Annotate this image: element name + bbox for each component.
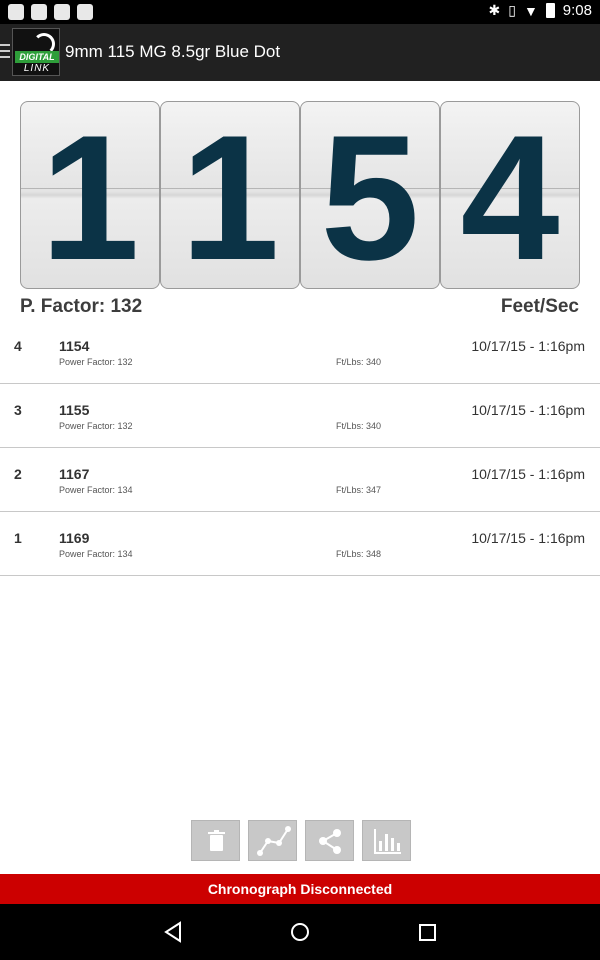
shot-power-factor: Power Factor: 132 xyxy=(59,421,133,431)
counter-digit-value: 1 xyxy=(40,101,140,289)
stats-button[interactable] xyxy=(362,820,411,861)
trend-line-icon xyxy=(257,826,291,856)
shot-velocity: 1167 xyxy=(59,466,90,482)
system-nav-bar xyxy=(0,904,600,960)
trend-button[interactable] xyxy=(248,820,297,861)
bar-chart-icon xyxy=(374,829,401,854)
battery-icon xyxy=(545,3,555,18)
shot-power-factor: Power Factor: 132 xyxy=(59,357,133,367)
app-bar: DIGITAL LINK 9mm 115 MG 8.5gr Blue Dot xyxy=(0,24,600,81)
share-icon xyxy=(319,829,341,854)
list-item[interactable]: 4 1154 Power Factor: 132 Ft/Lbs: 340 10/… xyxy=(0,320,600,384)
page-title: 9mm 115 MG 8.5gr Blue Dot xyxy=(65,42,281,61)
bluetooth-icon: ✱ xyxy=(488,2,501,18)
shot-timestamp: 10/17/15 - 1:16pm xyxy=(471,402,585,418)
counter-digit-value: 4 xyxy=(460,101,560,289)
share-button[interactable] xyxy=(305,820,354,861)
shot-ft-lbs: Ft/Lbs: 347 xyxy=(336,485,382,495)
counter-digit: 5 xyxy=(300,101,440,289)
list-item[interactable]: 2 1167 Power Factor: 134 Ft/Lbs: 347 10/… xyxy=(0,448,600,512)
shot-ft-lbs: Ft/Lbs: 340 xyxy=(336,421,382,431)
mail-icon xyxy=(54,4,70,20)
counter-digit-value: 1 xyxy=(180,101,280,289)
menu-icon[interactable] xyxy=(0,44,10,60)
unit-label: Feet/Sec xyxy=(500,296,579,317)
shot-ft-lbs: Ft/Lbs: 340 xyxy=(336,357,382,367)
shot-timestamp: 10/17/15 - 1:16pm xyxy=(471,338,585,354)
shot-velocity: 1154 xyxy=(59,338,90,354)
status-time: 9:08 xyxy=(562,2,592,19)
vibrate-icon: ▯ xyxy=(508,2,516,18)
counter-digit: 1 xyxy=(20,101,160,289)
shot-power-factor: Power Factor: 134 xyxy=(59,485,133,495)
home-icon[interactable] xyxy=(289,920,311,944)
shot-index: 4 xyxy=(14,338,22,354)
shot-timestamp: 10/17/15 - 1:16pm xyxy=(471,530,585,546)
bag-icon xyxy=(77,4,93,20)
counter-digit: 4 xyxy=(440,101,580,289)
velocity-counter: 1 1 5 4 xyxy=(20,101,580,289)
recents-icon[interactable] xyxy=(417,920,439,944)
shot-index: 1 xyxy=(14,530,22,546)
back-icon[interactable] xyxy=(162,920,184,944)
shot-ft-lbs: Ft/Lbs: 348 xyxy=(336,549,382,559)
shot-index: 2 xyxy=(14,466,22,482)
counter-digit-value: 5 xyxy=(320,101,420,289)
power-factor-label: P. Factor: 132 xyxy=(20,296,143,317)
shot-index: 3 xyxy=(14,402,22,418)
counter-digit: 1 xyxy=(160,101,300,289)
delete-button[interactable] xyxy=(191,820,240,861)
app-logo[interactable]: DIGITAL LINK xyxy=(12,28,60,76)
cloud-upload-icon xyxy=(8,4,24,20)
list-item[interactable]: 3 1155 Power Factor: 132 Ft/Lbs: 340 10/… xyxy=(0,384,600,448)
wifi-icon: ▼ xyxy=(523,2,538,19)
image-icon xyxy=(31,4,47,20)
shot-power-factor: Power Factor: 134 xyxy=(59,549,133,559)
trash-icon xyxy=(208,830,225,851)
shot-velocity: 1155 xyxy=(59,402,90,418)
logo-text-top: DIGITAL xyxy=(15,51,59,63)
list-item[interactable]: 1 1169 Power Factor: 134 Ft/Lbs: 348 10/… xyxy=(0,512,600,576)
status-bar: ✱ ▯ ▼ 9:08 xyxy=(0,0,600,24)
shot-velocity: 1169 xyxy=(59,530,90,546)
action-toolbar xyxy=(191,820,411,861)
connection-status-bar: Chronograph Disconnected xyxy=(0,874,600,904)
shot-timestamp: 10/17/15 - 1:16pm xyxy=(471,466,585,482)
logo-text-bottom: LINK xyxy=(23,63,51,74)
shot-list: 4 1154 Power Factor: 132 Ft/Lbs: 340 10/… xyxy=(0,320,600,576)
